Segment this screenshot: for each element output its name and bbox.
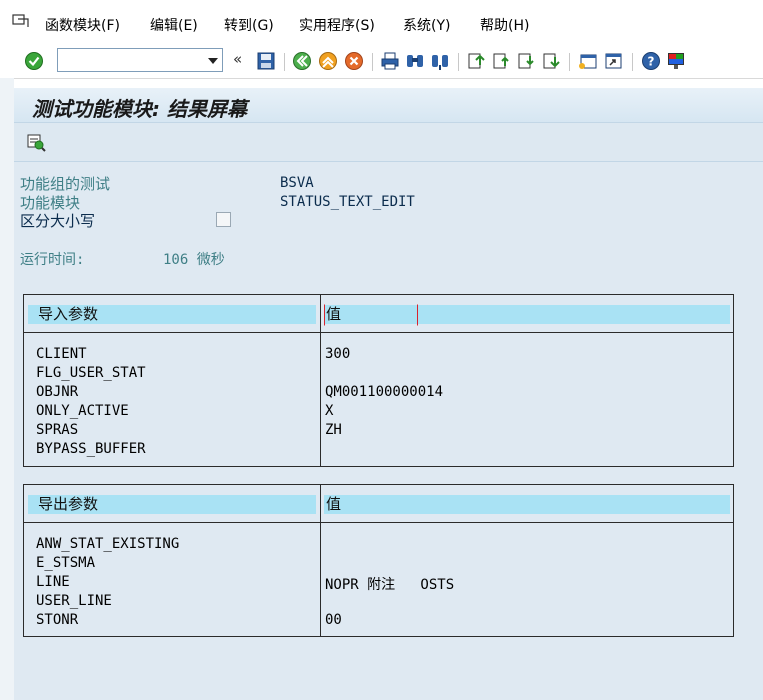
export-parameters-table: 导出参数 值 ANW_STAT_EXISTING E_STSMA LINE NO… <box>23 484 734 637</box>
import-param-header: 导入参数 <box>28 305 316 324</box>
table-row-name: STONR <box>36 612 79 628</box>
import-parameters-table: 导入参数 值 CLIENT 300 FLG_USER_STAT OBJNR QM… <box>23 294 734 467</box>
table-row-name: FLG_USER_STAT <box>36 365 146 381</box>
menu-utilities[interactable]: 实用程序(S) <box>299 15 375 35</box>
table-row-value: ZH <box>325 422 342 438</box>
table-row-name: ANW_STAT_EXISTING <box>36 536 180 552</box>
previous-page-icon[interactable] <box>491 51 511 71</box>
menu-bar: 函数模块(F) 编辑(E) 转到(G) 实用程序(S) 系统(Y) 帮助(H) <box>0 0 763 45</box>
table-row-name: SPRAS <box>36 422 79 438</box>
command-input[interactable] <box>58 49 206 71</box>
export-param-header: 导出参数 <box>28 495 316 514</box>
print-icon[interactable] <box>380 51 400 71</box>
table-row-value: X <box>325 403 334 419</box>
table-row-name: CLIENT <box>36 346 87 362</box>
menu-function-module[interactable]: 函数模块(F) <box>45 15 120 35</box>
toolbar-separator <box>569 53 570 71</box>
column-divider <box>320 485 321 636</box>
toolbar-separator <box>284 53 285 71</box>
cancel-icon[interactable] <box>344 51 364 71</box>
case-sensitive-checkbox[interactable] <box>216 212 231 227</box>
menu-window-icon[interactable] <box>12 14 30 28</box>
help-icon[interactable]: ? <box>641 51 661 71</box>
shortcut-icon[interactable] <box>603 51 623 71</box>
exit-icon[interactable] <box>318 51 338 71</box>
next-page-icon[interactable] <box>516 51 536 71</box>
function-group-label: 功能组的测试 <box>20 175 111 193</box>
command-field[interactable] <box>57 48 223 72</box>
column-divider <box>320 295 321 466</box>
table-row-name: USER_LINE <box>36 593 112 609</box>
svg-text:?: ? <box>648 55 655 69</box>
runtime-value: 106 微秒 <box>163 252 225 268</box>
table-row-name: E_STSMA <box>36 555 96 571</box>
first-page-icon[interactable] <box>466 51 486 71</box>
enter-check-icon[interactable] <box>24 51 44 71</box>
left-gutter <box>0 78 14 700</box>
case-sensitive-label: 区分大小写 <box>20 212 96 230</box>
toolbar-separator <box>458 53 459 71</box>
table-row-value: 00 <box>325 612 342 628</box>
last-page-icon[interactable] <box>541 51 561 71</box>
chevron-down-icon[interactable] <box>208 58 218 64</box>
application-toolbar <box>14 123 763 162</box>
customize-layout-icon[interactable] <box>666 51 686 71</box>
table-row-name: ONLY_ACTIVE <box>36 403 129 419</box>
menu-goto[interactable]: 转到(G) <box>224 15 274 35</box>
toolbar-separator <box>372 53 373 71</box>
table-row-name: BYPASS_BUFFER <box>36 441 146 457</box>
save-icon[interactable] <box>256 51 276 71</box>
collapse-arrows-icon[interactable]: « <box>233 50 242 68</box>
table-row-name: OBJNR <box>36 384 79 400</box>
table-row-value: NOPR 附注 OSTS <box>325 577 455 593</box>
runtime-label: 运行时间: <box>20 252 85 268</box>
toolbar-separator <box>632 53 633 71</box>
find-icon[interactable] <box>405 51 425 71</box>
function-module-value: STATUS_TEXT_EDIT <box>280 194 415 210</box>
find-next-icon[interactable] <box>430 51 450 71</box>
debug-test-icon[interactable] <box>26 132 46 152</box>
title-bar: 测试功能模块: 结果屏幕 <box>14 88 763 123</box>
table-row-value: 300 <box>325 346 351 362</box>
menu-system[interactable]: 系统(Y) <box>403 15 450 35</box>
export-value-header: 值 <box>324 495 730 514</box>
table-row-value: QM001100000014 <box>325 384 444 400</box>
create-session-icon[interactable] <box>578 51 598 71</box>
menu-help[interactable]: 帮助(H) <box>480 15 529 35</box>
standard-toolbar: « ? <box>0 44 763 79</box>
menu-edit[interactable]: 编辑(E) <box>150 15 198 35</box>
back-icon[interactable] <box>292 51 312 71</box>
page-title: 测试功能模块: 结果屏幕 <box>32 97 247 121</box>
cell-focus-marker <box>324 304 418 326</box>
function-group-value: BSVA <box>280 175 314 191</box>
table-row-name: LINE <box>36 574 70 590</box>
